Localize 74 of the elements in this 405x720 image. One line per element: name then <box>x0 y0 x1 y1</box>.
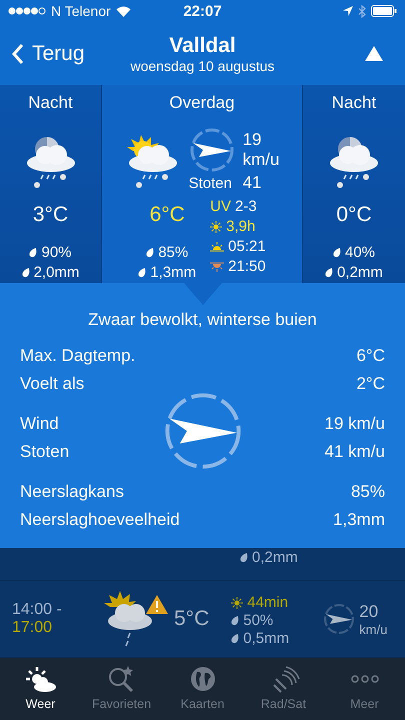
wind-speed: 19 <box>242 130 262 150</box>
sun-icon <box>210 221 222 233</box>
wind-direction-icon <box>323 603 356 635</box>
sun-hours: 3,9h <box>226 217 256 237</box>
time-to: 17:00 <box>12 619 54 637</box>
gust-value: 41 <box>242 173 262 193</box>
gust-label: Stoten <box>188 174 233 192</box>
wind-unit: km/u <box>242 150 280 170</box>
precipitation-amount: 0,2mm <box>337 263 383 283</box>
detail-value: 2°C <box>356 373 385 395</box>
time-from: 14:00 - <box>12 601 63 619</box>
collapse-icon[interactable] <box>365 46 383 61</box>
tab-button[interactable]: Meer <box>326 662 404 712</box>
sunset-icon <box>210 262 224 272</box>
status-time: 22:07 <box>183 2 222 20</box>
detail-label: Wind <box>20 413 59 435</box>
sunrise-time: 05:21 <box>228 237 266 257</box>
sunrise-icon <box>210 242 224 252</box>
period-label: Nacht <box>332 93 376 113</box>
precipitation-chance: 50% <box>243 612 274 630</box>
period-label: Overdag <box>169 93 235 113</box>
temperature: 3°C <box>32 203 68 227</box>
temperature: 5°C <box>174 607 210 631</box>
precipitation-amount: 1,3mm <box>150 263 196 283</box>
precipitation-amount: 2,0mm <box>34 263 80 283</box>
detail-label: Max. Dagtemp. <box>20 345 136 367</box>
date-subtitle: woensdag 10 augustus <box>130 58 274 74</box>
wind-direction-icon <box>188 127 235 173</box>
weather-summary: Zwaar bewolkt, winterse buien <box>88 310 317 330</box>
wind-unit: km/u <box>359 622 388 636</box>
uv-label: UV <box>210 197 231 217</box>
detail-value: 1,3mm <box>333 509 385 531</box>
detail-value: 41 km/u <box>324 441 385 463</box>
tab-button[interactable]: Rad/Sat <box>244 662 322 712</box>
sun-cloud-rain-icon <box>104 591 154 647</box>
sun-cloud-icon <box>24 664 56 692</box>
uv-index: 2-3 <box>234 197 257 217</box>
drop-icon <box>240 553 248 563</box>
location-icon <box>343 6 353 16</box>
precipitation-amount: 0,2mm <box>252 548 298 568</box>
hourly-row[interactable]: 14:00 - 17:00 5°C 44min 50% 0,5mm 20 km/u <box>0 580 405 658</box>
carrier-name: N Telenor <box>51 3 111 19</box>
wind-speed: 20 <box>359 602 380 622</box>
detail-value: 19 km/u <box>324 413 385 435</box>
back-chevron-icon <box>12 42 24 64</box>
period-label: Nacht <box>28 93 73 113</box>
detail-label: Voelt als <box>20 373 84 395</box>
temperature: 0°C <box>336 203 372 227</box>
bluetooth-icon <box>358 4 366 18</box>
sunset-time: 21:50 <box>228 257 266 277</box>
signal-icon <box>8 7 46 15</box>
detail-value: 85% <box>350 481 385 503</box>
back-button[interactable]: Terug <box>10 40 87 68</box>
sun-icon <box>231 597 244 609</box>
period-column[interactable]: Nacht 3°C 90% 2,0mm <box>0 85 101 283</box>
tab-button[interactable]: Kaarten <box>164 662 242 712</box>
sun-duration: 44min <box>247 594 288 612</box>
precipitation-chance: 85% <box>158 243 188 263</box>
detail-label: Neerslaghoeveelheid <box>20 509 180 531</box>
more-icon <box>348 674 380 682</box>
precipitation-chance: 40% <box>344 243 376 263</box>
tab-button[interactable]: Favorieten <box>82 662 160 712</box>
detail-label: Stoten <box>20 441 70 463</box>
tab-button[interactable]: Weer <box>2 662 80 712</box>
precipitation-chance: 90% <box>41 243 72 263</box>
period-column[interactable]: Overdag 19 km/u Stoten 41 6°C 85% 1,3mm UV 2-3 3,9h 05:21 21:50 <box>101 85 303 283</box>
period-column[interactable]: Nacht 0°C 40% 0,2mm <box>303 85 405 283</box>
detail-value: 6°C <box>356 345 385 367</box>
battery-icon <box>371 5 397 17</box>
precipitation-amount: 0,5mm <box>243 630 290 648</box>
location-title: Valldal <box>169 34 236 58</box>
detail-label: Neerslagkans <box>20 481 124 503</box>
temperature: 6°C <box>150 203 185 227</box>
wifi-icon <box>116 6 131 16</box>
